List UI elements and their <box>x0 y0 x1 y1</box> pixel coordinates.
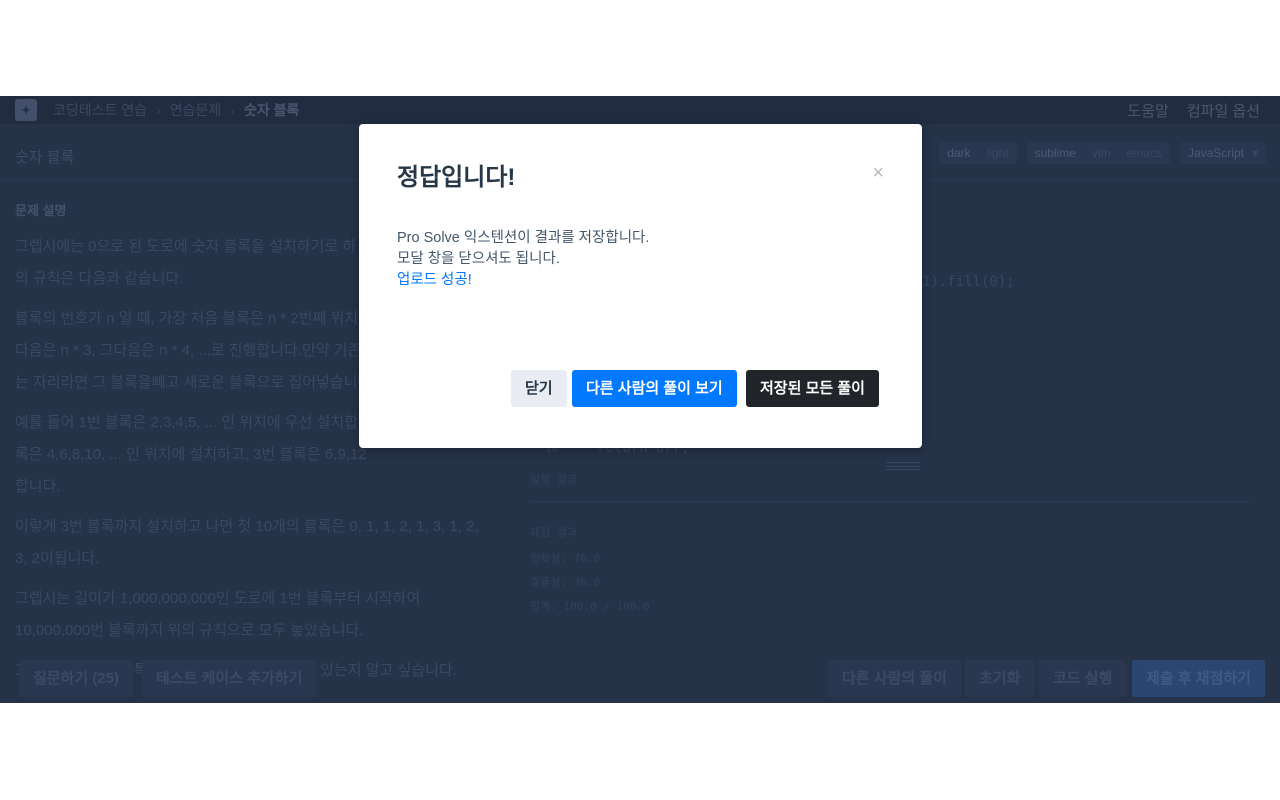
theme-toggle: dark light <box>939 142 1017 164</box>
keymap-toggle: sublime vim emacs <box>1026 142 1170 164</box>
desc-line: 10,000,000번 블록까지 위의 규칙으로 모두 놓았습니다. <box>15 622 364 639</box>
close-button[interactable]: 닫기 <box>511 370 567 407</box>
top-nav: ✦ 코딩테스트 연습 › 연습문제 › 숫자 블록 도움말 컴파일 옵션 <box>0 96 1280 124</box>
run-code-button[interactable]: 코드 실행 <box>1039 660 1127 697</box>
breadcrumb-1[interactable]: 코딩테스트 연습 <box>53 100 147 120</box>
compile-options-link[interactable]: 컴파일 옵션 <box>1187 100 1260 121</box>
desc-line: 합니다. <box>15 478 61 495</box>
success-modal: 정답입니다! × Pro Solve 익스텐션이 결과를 저장합니다. 모달 창… <box>359 124 922 448</box>
run-result-label: 실행 결과 <box>530 473 578 486</box>
others-solutions-button[interactable]: 다른 사람의 풀이 <box>828 660 961 697</box>
desc-line: 록은 4,6,8,10, ... 인 위치에 설치하고, 3번 블록은 6,9,… <box>15 446 367 463</box>
logo-icon[interactable]: ✦ <box>15 99 37 121</box>
modal-line: Pro Solve 익스텐션이 결과를 저장합니다. <box>397 230 650 246</box>
language-select[interactable]: JavaScript ▾ <box>1179 142 1266 164</box>
modal-line: 모달 창을 닫으셔도 됩니다. <box>397 251 560 267</box>
code-fragment[interactable]: 1).fill(0); <box>922 274 1015 290</box>
footer-bar: 질문하기 (25) 테스트 케이스 추가하기 다른 사람의 풀이 초기화 코드 … <box>0 654 1280 703</box>
desc-line: 그렙시에는 0으로 된 도로에 숫자 블록을 설치하기로 하 <box>15 238 357 255</box>
view-others-solutions-button[interactable]: 다른 사람의 풀이 보기 <box>572 370 737 407</box>
submit-button[interactable]: 제출 후 채점하기 <box>1132 660 1265 697</box>
desc-line: 다음은 n * 3, 그다음은 n * 4, ...로 진행합니다.만약 기존 <box>15 342 362 359</box>
ask-question-button[interactable]: 질문하기 (25) <box>19 660 134 697</box>
saved-solutions-button[interactable]: 저장된 모든 풀이 <box>746 370 879 407</box>
desc-line: 이렇게 3번 블록까지 설치하고 나면 첫 10개의 블록은 0, 1, 1, … <box>15 518 479 535</box>
close-icon[interactable]: × <box>872 162 884 185</box>
desc-line: 그렙시는 길이가 1,000,000,000인 도로에 1번 블록부터 시작하여 <box>15 590 421 607</box>
theme-dark[interactable]: dark <box>939 142 978 164</box>
grade-result-label: 채점 결과 <box>530 526 578 539</box>
breadcrumb-2[interactable]: 연습문제 <box>170 100 222 120</box>
efficiency: 효율성: 30.0 <box>530 576 601 589</box>
breadcrumb-current: 숫자 블록 <box>243 102 300 118</box>
desc-line: 의 규칙은 다음과 같습니다. <box>15 270 184 287</box>
accuracy: 정확성: 70.0 <box>530 552 601 565</box>
reset-button[interactable]: 초기화 <box>965 660 1035 697</box>
upload-success-text: 업로드 성공! <box>397 272 472 288</box>
desc-line: 예를 들어 1번 블록은 2,3,4,5, ... 인 위치에 우선 설치합 <box>15 414 358 431</box>
total-score: 합계: 100.0 / 100.0 <box>530 600 650 613</box>
keymap-vim[interactable]: vim <box>1084 142 1119 164</box>
modal-body: Pro Solve 익스텐션이 결과를 저장합니다. 모달 창을 닫으셔도 됩니… <box>397 228 649 291</box>
chevron-right-icon: › <box>230 102 235 118</box>
keymap-sublime[interactable]: sublime <box>1027 142 1084 164</box>
desc-line: 블록의 번호가 n 일 때, 가장 처음 블록은 n * 2번째 위치 <box>15 310 359 327</box>
problem-title: 숫자 블록 <box>15 149 75 166</box>
results-panel: 실행 결과 채점 결과 정확성: 70.0 효율성: 30.0 합계: 100.… <box>530 471 1250 614</box>
keymap-emacs[interactable]: emacs <box>1119 142 1170 164</box>
resize-handle[interactable] <box>886 462 920 470</box>
theme-light[interactable]: light <box>979 142 1017 164</box>
help-link[interactable]: 도움말 <box>1127 100 1168 121</box>
language-value: JavaScript <box>1187 146 1244 160</box>
modal-title: 정답입니다! <box>397 164 516 191</box>
desc-line: 는 자리라면 그 블록을빼고 새로운 블록으로 집어넣습니다 <box>15 374 372 391</box>
caret-down-icon: ▾ <box>1251 146 1258 160</box>
desc-line: 3, 2이됩니다. <box>15 550 100 567</box>
chevron-right-icon: › <box>156 102 161 118</box>
add-test-case-button[interactable]: 테스트 케이스 추가하기 <box>142 660 317 697</box>
